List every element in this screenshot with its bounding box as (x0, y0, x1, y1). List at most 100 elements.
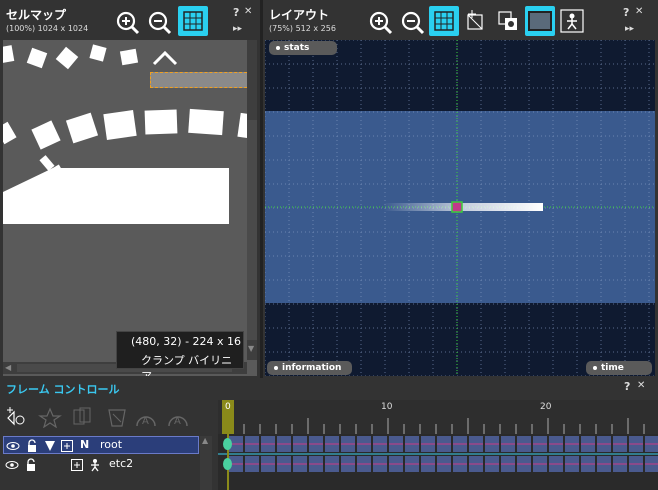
selected-cell-strip[interactable] (150, 72, 257, 88)
layer-row-etc2[interactable]: etc2 (3, 456, 199, 474)
bounding-box-icon (467, 10, 483, 30)
time-dot (593, 365, 597, 370)
timeline-track-cells (218, 436, 658, 472)
eye-icon[interactable] (6, 440, 20, 452)
cell-sprite (89, 44, 107, 62)
grid-icon (434, 11, 454, 31)
cellmap-vertical-scroll-thumb[interactable] (247, 120, 257, 340)
bounding-box-button[interactable] (463, 8, 489, 34)
keyframe-etc2[interactable] (223, 458, 232, 470)
eye-icon[interactable] (5, 459, 19, 471)
layer-type-label: N (80, 438, 90, 451)
person-icon (91, 459, 99, 472)
zoom-in-icon (116, 11, 140, 35)
layout-help-button[interactable]: ? (623, 6, 629, 19)
cellmap-zoom-info: (100%) 1024 x 1024 (6, 24, 89, 33)
stats-label: stats (284, 43, 310, 53)
cell-sprite (26, 47, 48, 69)
character-button[interactable] (559, 8, 585, 34)
frame-control-title: フレーム コントロール (6, 383, 120, 396)
layout-zoom-info: (75%) 512 x 256 (269, 24, 336, 33)
pivot-button[interactable] (495, 8, 521, 34)
pivot-icon (498, 11, 517, 30)
layout-zoom-out-button[interactable] (399, 9, 425, 35)
person-icon (560, 9, 584, 33)
layer-list-scrollbar[interactable]: ▲ (200, 436, 212, 490)
frame-icon (528, 11, 552, 31)
frame-close-button[interactable]: ✕ (637, 380, 645, 391)
frame-control-panel: フレーム コントロール ? ✕ A A 0 10 20 N root etc2 … (0, 378, 658, 490)
layer-name-root: root (100, 438, 123, 451)
current-frame-label: 0 (225, 402, 231, 412)
stats-toggle[interactable]: stats (269, 41, 337, 55)
layout-canvas[interactable] (265, 40, 655, 376)
cellmap-canvas[interactable]: ◀ ▼ (480, 32) - 224 x 16 クランプ バイリニア (3, 40, 257, 376)
grid-icon (183, 11, 203, 31)
add-layer-icon[interactable] (4, 406, 30, 428)
scroll-up-arrow-icon[interactable]: ▲ (202, 436, 208, 445)
layout-sprite-strip[interactable] (383, 203, 543, 211)
svg-text:A: A (174, 416, 181, 427)
cell-sprite (103, 110, 137, 140)
time-toggle[interactable]: time (586, 361, 652, 375)
cell-sprite (31, 120, 61, 150)
cellmap-panel: セルマップ (100%) 1024 x 1024 ? ✕ ▸▸ ◀ ▼ (480… (0, 0, 260, 378)
cell-info-tooltip: (480, 32) - 224 x 16 クランプ バイリニア (116, 331, 244, 376)
tooltip-coords: (480, 32) - 224 x 16 (131, 335, 242, 348)
timeline-ruler[interactable]: 0 10 20 (218, 400, 658, 434)
stats-dot (276, 45, 280, 50)
frame-toggle-button[interactable] (525, 6, 555, 36)
layout-title: レイアウト (269, 8, 330, 22)
layout-close-button[interactable]: ✕ (635, 6, 643, 17)
layout-expand-button[interactable]: ▸▸ (625, 24, 634, 34)
cellmap-close-button[interactable]: ✕ (244, 6, 252, 17)
zoom-out-button[interactable] (146, 9, 172, 35)
cell-sprite (144, 109, 178, 135)
copy-layer-icon[interactable] (70, 406, 96, 428)
pivot-marker[interactable] (451, 201, 463, 213)
layout-grid (265, 40, 655, 376)
rename-up-icon[interactable]: A (134, 406, 160, 428)
time-label: time (601, 363, 624, 373)
scroll-down-arrow-icon[interactable]: ▼ (248, 344, 254, 353)
cell-sprite (3, 45, 15, 63)
layer-name-etc2: etc2 (109, 457, 134, 470)
svg-text:A: A (142, 416, 149, 427)
tick-label-20: 20 (540, 402, 552, 412)
scroll-left-arrow-icon[interactable]: ◀ (5, 363, 11, 372)
frame-help-button[interactable]: ? (624, 380, 630, 393)
cellmap-help-button[interactable]: ? (233, 6, 239, 19)
ruler-ticks (227, 418, 645, 434)
expand-box-icon[interactable] (61, 440, 73, 452)
expand-box-icon[interactable] (71, 459, 83, 471)
information-dot (274, 365, 278, 370)
tick-label-10: 10 (381, 402, 393, 412)
cell-chevron (152, 50, 178, 66)
cellmap-expand-button[interactable]: ▸▸ (233, 24, 242, 34)
cell-sprite (188, 108, 224, 136)
cell-large-block (3, 168, 229, 224)
information-toggle[interactable]: information (267, 361, 352, 375)
tooltip-filter-mode: クランプ バイリニア (141, 354, 233, 376)
lock-icon[interactable] (25, 458, 37, 472)
zoom-out-icon (148, 11, 172, 35)
zoom-in-button[interactable] (114, 9, 140, 35)
collapse-triangle-icon[interactable] (44, 440, 56, 452)
lock-icon[interactable] (26, 439, 38, 453)
grid-toggle-button[interactable] (178, 6, 208, 36)
rename-down-icon[interactable]: A (166, 406, 192, 428)
keyframe-root[interactable] (223, 438, 232, 450)
frame-marker[interactable]: 0 (222, 400, 234, 434)
delete-layer-icon[interactable] (104, 406, 130, 428)
zoom-in-icon (369, 11, 393, 35)
timeline-tracks[interactable] (218, 434, 658, 490)
zoom-out-icon (401, 11, 425, 35)
layer-row-root[interactable]: N root (3, 436, 199, 454)
add-effect-icon[interactable] (38, 406, 64, 428)
cell-sprite (3, 121, 17, 145)
cell-sprite (65, 112, 99, 144)
cellmap-title: セルマップ (6, 8, 67, 22)
cell-sprite (55, 46, 79, 70)
layout-zoom-in-button[interactable] (367, 9, 393, 35)
layout-grid-toggle-button[interactable] (429, 6, 459, 36)
